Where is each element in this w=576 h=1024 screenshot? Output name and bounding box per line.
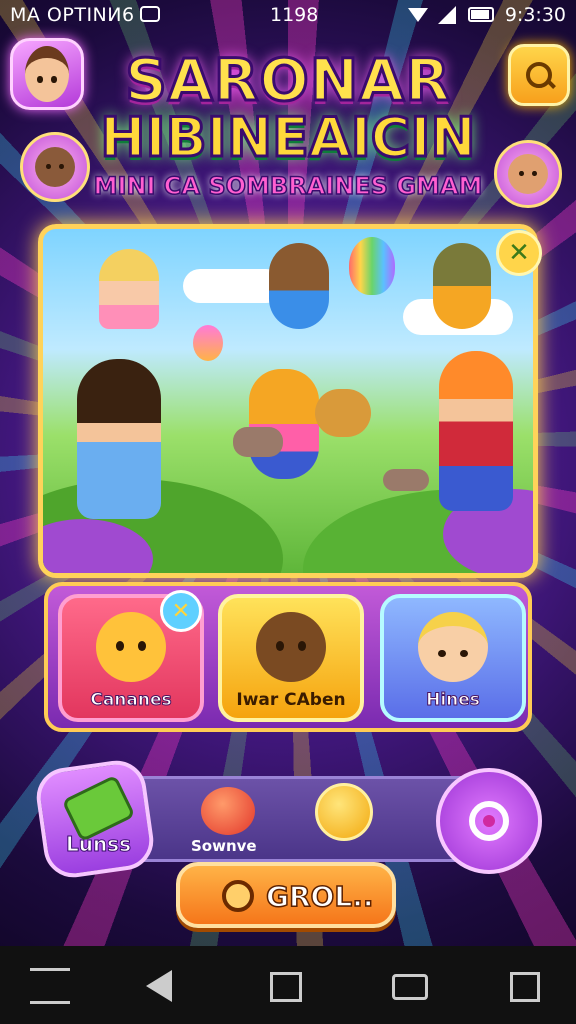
card-label: Hines [426,690,481,711]
tv-icon[interactable] [392,974,428,1000]
balloon [193,325,223,361]
game-title-line2: HIBINEAICIN [99,105,477,171]
cloud [183,269,283,303]
blonde-girl-character[interactable] [99,249,159,329]
recent-apps-icon[interactable] [510,972,540,1002]
battery-icon [468,7,494,22]
status-center-text: 1198 [270,4,319,26]
chat-icon [140,6,160,22]
target-icon [469,801,509,841]
girl-icon [418,612,488,682]
hot-air-balloon [349,237,395,295]
character-card-tray: Cananes ✕ Iwar CAben Hines [44,582,532,732]
status-bar: MA OPTINИ6 1198 9:3:30 [0,0,576,30]
go-label: GROL.. [265,879,374,914]
close-scene-button[interactable]: ✕ [496,230,542,276]
clock: 9:3:30 [504,4,566,26]
remove-card-badge[interactable]: ✕ [160,590,202,632]
wifi-icon [408,8,428,22]
game-title-line1: SARONAR [124,45,452,116]
back-icon[interactable] [146,970,172,1002]
bear-with-ball-character[interactable] [269,243,329,329]
sound-icon[interactable] [201,787,255,835]
lives-button[interactable]: Lunss [32,756,158,882]
go-button[interactable]: GROL.. [176,862,396,928]
target-button[interactable] [436,768,542,874]
game-subtitle: MINI CA SOMBRAINES GMAM [93,171,483,201]
coin-button[interactable] [315,783,373,841]
rock [383,469,429,491]
bear-icon [96,612,166,682]
character-card-3[interactable]: Hines [380,594,526,722]
game-scene-panel[interactable] [38,224,538,578]
card-label: Cananes [90,690,172,711]
green-bear-character[interactable] [433,243,491,329]
brown-bear-icon [256,612,326,682]
close-icon: ✕ [171,598,191,624]
close-icon: ✕ [508,238,530,268]
orange-bear-character[interactable] [249,369,319,479]
brunette-girl-character[interactable] [77,359,161,519]
cookie-item[interactable] [315,389,371,437]
system-nav-bar [0,946,576,1024]
carrier-label: MA OPTINИ6 [10,4,135,26]
rock [233,427,283,457]
signal-icon [438,6,456,24]
character-card-2[interactable]: Iwar CAben [218,594,364,722]
sound-label: Sownve [191,837,257,855]
menu-icon[interactable] [30,968,70,1004]
play-icon [222,880,254,912]
home-icon[interactable] [270,972,302,1002]
card-label: Iwar CAben [236,690,346,710]
lives-label: Lunss [65,831,131,856]
boy-character[interactable] [439,351,513,511]
